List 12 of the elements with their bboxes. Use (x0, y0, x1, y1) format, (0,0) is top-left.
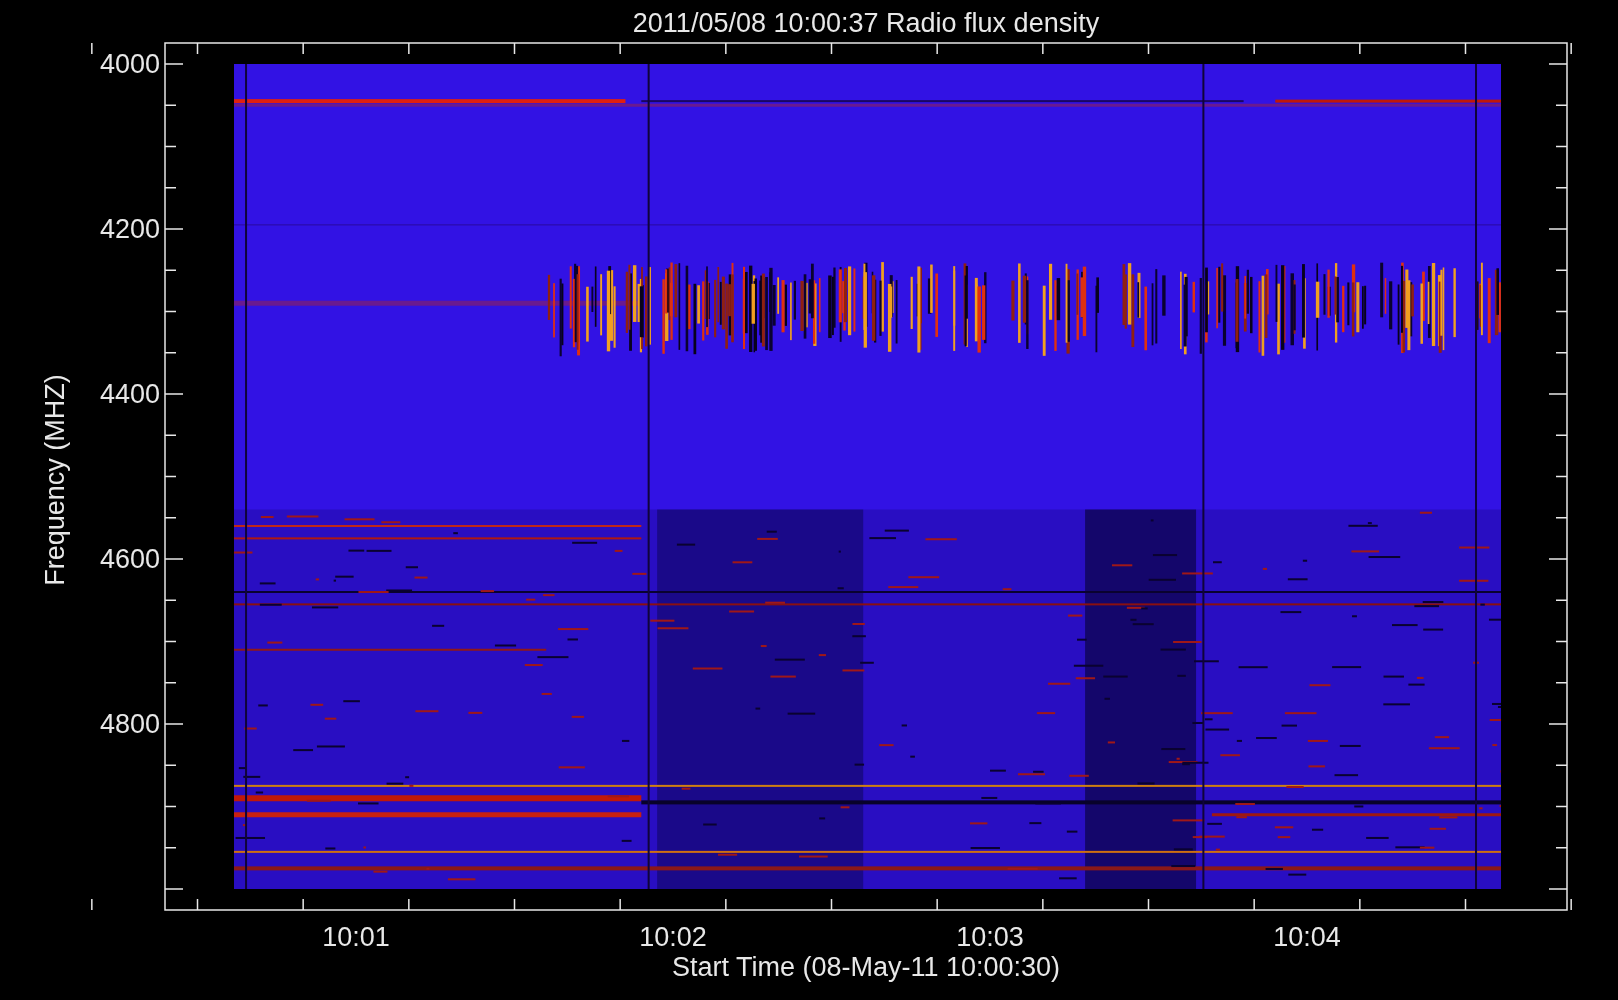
tick-label: 10:01 (322, 922, 390, 952)
tick-label: 4400 (99, 379, 160, 409)
tick-label: 10:03 (956, 922, 1024, 952)
tick-label: 10:04 (1273, 922, 1341, 952)
tick-label: 4000 (99, 49, 160, 79)
chart-title: 2011/05/08 10:00:37 Radio flux density (632, 8, 1100, 38)
tick-label: 4200 (99, 214, 160, 244)
tick-label: 4600 (99, 544, 160, 574)
axis-title: Start Time (08-May-11 10:00:30) (671, 952, 1061, 982)
tick-label: 10:02 (639, 922, 707, 952)
axis-title: Frequency (MHZ) (40, 374, 70, 586)
tick-label: 4800 (99, 709, 160, 739)
